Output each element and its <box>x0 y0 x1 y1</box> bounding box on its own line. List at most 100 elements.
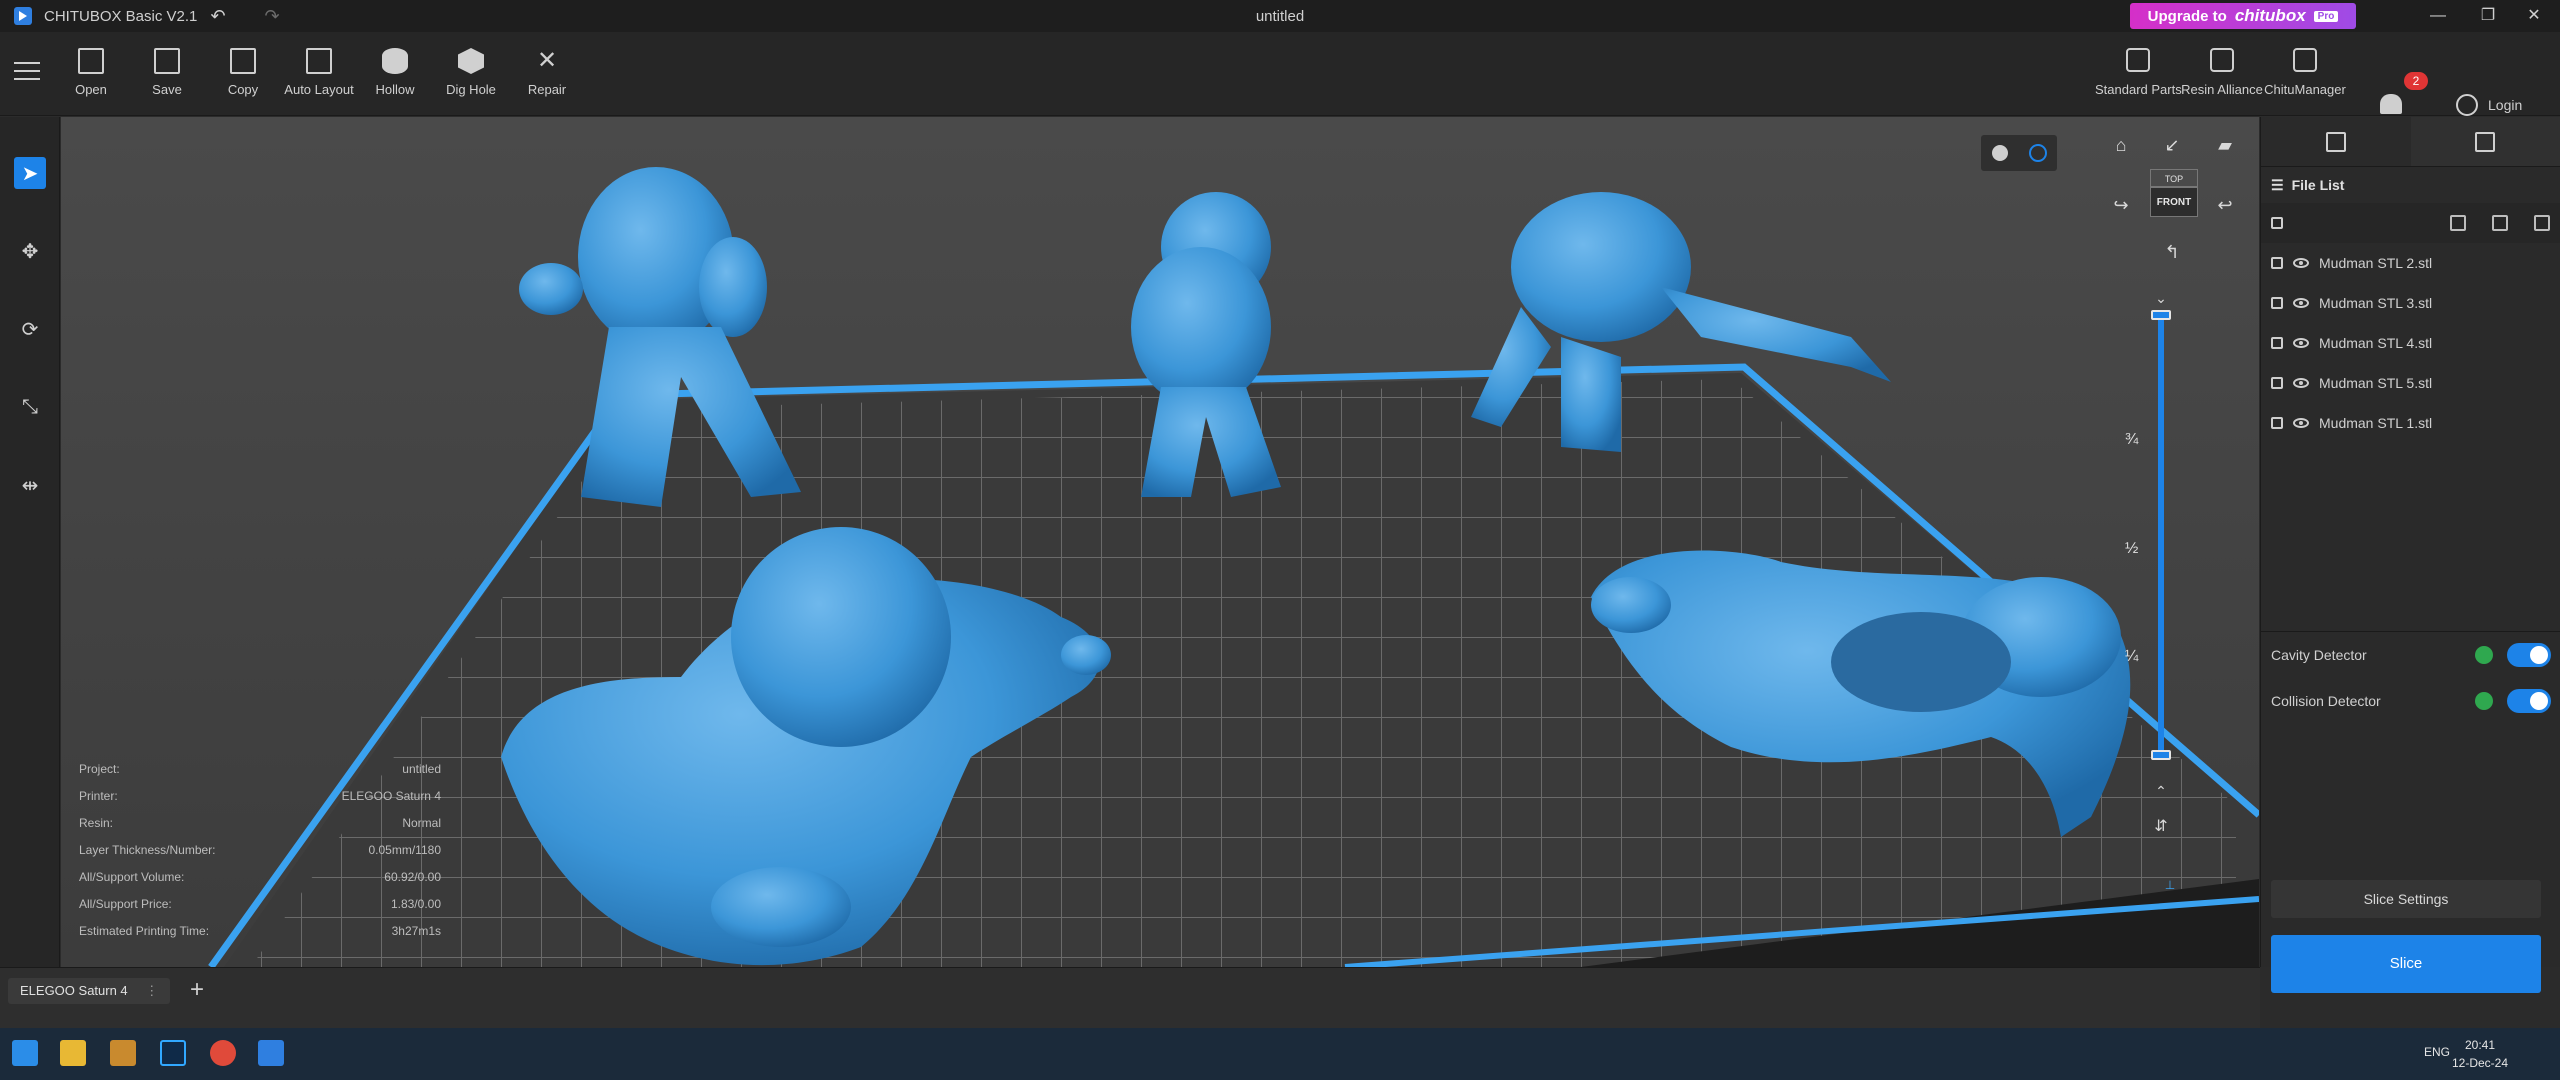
auto-layout-button[interactable]: Auto Layout <box>280 44 358 108</box>
windows-start-icon[interactable] <box>12 1040 38 1066</box>
cavity-detector-label: Cavity Detector <box>2271 647 2367 663</box>
3d-viewport[interactable]: Project: untitled Printer: ELEGOO Saturn 4… <box>61 117 2259 967</box>
file-checkbox[interactable] <box>2271 257 2283 269</box>
redo-button[interactable]: ↷ <box>258 4 286 28</box>
eye-icon[interactable] <box>2293 378 2309 388</box>
login-button[interactable]: Login <box>2456 94 2522 116</box>
tilt-down-icon[interactable]: ↰ <box>2159 239 2185 265</box>
collision-detector-row: Collision Detector <box>2261 678 2560 724</box>
mirror-tool-button[interactable]: ⇹ <box>14 469 46 501</box>
file-list-toolbar <box>2261 203 2560 243</box>
info-row: All/Support Volume: 60.92/0.00 <box>79 864 441 891</box>
printer-icon <box>2475 131 2496 152</box>
list-item[interactable]: Mudman STL 1.stl <box>2261 403 2560 443</box>
copy-file-icon[interactable] <box>2492 215 2508 231</box>
view-cube-front[interactable]: FRONT <box>2150 187 2198 217</box>
file-name: Mudman STL 1.stl <box>2319 415 2433 431</box>
open-label: Open <box>75 82 107 97</box>
file-list-title: File List <box>2291 177 2345 193</box>
slider-fit-icon[interactable]: ⇵ <box>2148 814 2174 840</box>
list-item[interactable]: Mudman STL 2.stl <box>2261 243 2560 283</box>
layer-slider[interactable] <box>2151 310 2171 760</box>
chitubox-taskbar-icon[interactable] <box>258 1040 284 1066</box>
repair-label: Repair <box>527 82 567 97</box>
tilt-up-icon[interactable]: ↙ <box>2159 132 2185 158</box>
resin-alliance-button[interactable]: Resin Alliance <box>2179 44 2265 108</box>
login-label: Login <box>2488 97 2523 113</box>
chevron-up-icon[interactable]: ⌃ <box>2148 778 2174 804</box>
select-all-checkbox[interactable] <box>2271 217 2283 229</box>
xray-shading-icon[interactable] <box>2028 144 2047 162</box>
cavity-detector-toggle[interactable] <box>2507 643 2551 667</box>
repair-button[interactable]: ✕ Repair <box>508 44 586 108</box>
add-printer-tab-button[interactable]: + <box>190 976 204 1004</box>
clock[interactable]: 20:41 12-Dec-24 <box>2452 1036 2508 1072</box>
tab-file-list[interactable] <box>2261 117 2411 166</box>
language-indicator[interactable]: ENG <box>2424 1045 2450 1059</box>
resin-icon <box>2210 48 2234 72</box>
open-button[interactable]: Open <box>52 44 130 108</box>
info-row: All/Support Price: 1.83/0.00 <box>79 891 441 918</box>
chevron-down-icon[interactable]: ⌄ <box>2148 285 2174 311</box>
add-file-icon[interactable] <box>2450 215 2466 231</box>
select-tool-button[interactable]: ➤ <box>14 157 46 189</box>
minimize-button[interactable]: — <box>2414 0 2462 32</box>
solid-shading-icon[interactable] <box>1991 145 2008 161</box>
system-tray: ENG <box>2424 1045 2450 1059</box>
rotate-left-icon[interactable]: ↪ <box>2108 192 2134 218</box>
printer-tab[interactable]: ELEGOO Saturn 4 ⋮ <box>8 978 171 1004</box>
file-explorer-icon[interactable] <box>60 1040 86 1066</box>
top-view-icon[interactable]: ▰ <box>2212 132 2238 158</box>
copy-button[interactable]: Copy <box>204 44 282 108</box>
list-item[interactable]: Mudman STL 4.stl <box>2261 323 2560 363</box>
file-name: Mudman STL 2.stl <box>2319 255 2433 271</box>
rotate-tool-button[interactable]: ⟳ <box>14 313 46 345</box>
photoshop-icon[interactable] <box>160 1040 186 1066</box>
eye-icon[interactable] <box>2293 298 2309 308</box>
hamburger-menu-button[interactable] <box>14 62 40 84</box>
info-value: untitled <box>402 762 441 776</box>
list-item[interactable]: Mudman STL 5.stl <box>2261 363 2560 403</box>
layer-slider-bottom-handle[interactable] <box>2151 750 2171 760</box>
info-row: Project: untitled <box>79 756 441 783</box>
upgrade-button[interactable]: Upgrade to chitubox Pro <box>2130 3 2356 29</box>
list-item[interactable]: Mudman STL 3.stl <box>2261 283 2560 323</box>
info-value: 1.83/0.00 <box>390 897 441 911</box>
file-checkbox[interactable] <box>2271 297 2283 309</box>
maximize-button[interactable]: ❐ <box>2464 0 2512 32</box>
eye-icon[interactable] <box>2293 338 2309 348</box>
more-options-icon[interactable]: ⋮ <box>145 983 158 998</box>
scale-tool-button[interactable]: ⤡ <box>14 391 46 423</box>
eye-icon[interactable] <box>2293 418 2309 428</box>
file-checkbox[interactable] <box>2271 417 2283 429</box>
collision-detector-toggle[interactable] <box>2507 689 2551 713</box>
layer-slider-top-handle[interactable] <box>2151 310 2171 320</box>
project-info: Project: untitled Printer: ELEGOO Saturn 4… <box>79 756 441 945</box>
file-checkbox[interactable] <box>2271 377 2283 389</box>
view-cube[interactable]: TOP FRONT <box>2150 169 2198 231</box>
eye-icon[interactable] <box>2293 258 2309 268</box>
windows-taskbar: ENG 20:41 12-Dec-24 <box>0 1028 2560 1080</box>
undo-button[interactable]: ↶ <box>204 4 232 28</box>
chrome-icon[interactable] <box>210 1040 236 1066</box>
tab-printer[interactable] <box>2410 117 2560 166</box>
dig-hole-button[interactable]: Dig Hole <box>432 44 510 108</box>
close-button[interactable]: ✕ <box>2510 0 2558 32</box>
view-cube-top[interactable]: TOP <box>2150 169 2198 187</box>
info-row: Resin: Normal <box>79 810 441 837</box>
save-button[interactable]: Save <box>128 44 206 108</box>
move-tool-button[interactable]: ✥ <box>14 235 46 267</box>
bell-icon[interactable] <box>2380 94 2402 114</box>
slice-settings-button[interactable]: Slice Settings <box>2271 880 2541 918</box>
layer-slider-track[interactable] <box>2158 315 2164 755</box>
render-mode-toggle[interactable] <box>1981 135 2057 171</box>
hollow-button[interactable]: Hollow <box>356 44 434 108</box>
home-view-icon[interactable]: ⌂ <box>2108 132 2134 158</box>
delete-file-icon[interactable] <box>2534 215 2550 231</box>
rotate-right-icon[interactable]: ↩ <box>2212 192 2238 218</box>
media-player-icon[interactable] <box>110 1040 136 1066</box>
file-checkbox[interactable] <box>2271 337 2283 349</box>
standard-parts-button[interactable]: Standard Parts <box>2095 44 2182 108</box>
chitumanager-button[interactable]: ChituManager <box>2262 44 2348 108</box>
slice-button[interactable]: Slice <box>2271 935 2541 993</box>
